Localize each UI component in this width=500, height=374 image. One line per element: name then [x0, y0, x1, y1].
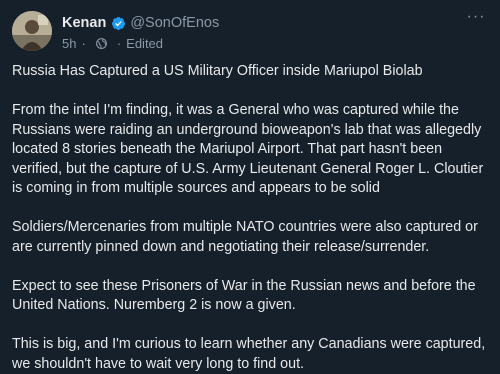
author-handle[interactable]: @SonOfEnos [130, 15, 219, 31]
globe-icon [95, 37, 108, 50]
meta-separator-2: · [116, 35, 122, 51]
edited-label[interactable]: Edited [126, 36, 163, 51]
author-display-name[interactable]: Kenan [62, 15, 106, 31]
avatar[interactable] [12, 11, 52, 51]
post-header: Kenan @SonOfEnos 5h · · Edited [62, 13, 460, 53]
post-card: Kenan @SonOfEnos 5h · · Edited ··· Russi… [0, 0, 500, 372]
post-paragraph: Soldiers/Mercenaries from multiple NATO … [12, 219, 478, 255]
meta-separator: · [81, 35, 86, 51]
post-timestamp[interactable]: 5h [62, 36, 76, 51]
post-paragraph: This is big, and I'm curious to learn wh… [12, 336, 486, 372]
avatar-image [12, 11, 52, 51]
post-meta: 5h · · Edited [62, 34, 460, 52]
author-row: Kenan @SonOfEnos [62, 13, 460, 33]
verified-badge-icon [111, 16, 126, 31]
post-paragraph: Expect to see these Prisoners of War in … [12, 277, 476, 314]
post-title-paragraph: Russia Has Captured a US Military Office… [12, 63, 423, 79]
post-paragraph: From the intel I'm finding, it was a Gen… [12, 102, 484, 196]
more-options-button[interactable]: ··· [464, 9, 488, 30]
post-body: Russia Has Captured a US Military Office… [12, 62, 492, 374]
